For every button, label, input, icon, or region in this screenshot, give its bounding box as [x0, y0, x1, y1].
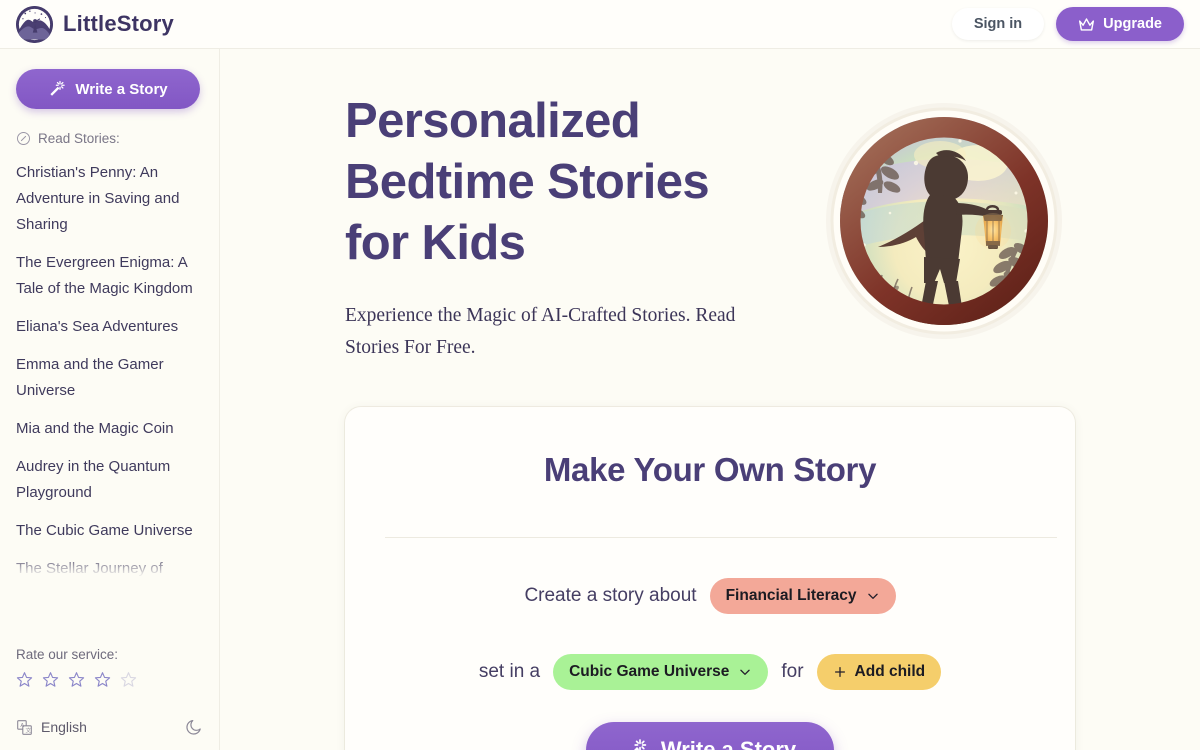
read-stories-header: Read Stories:: [16, 131, 219, 146]
page-title: Personalized Bedtime Stories for Kids: [345, 91, 775, 274]
star-icon-5[interactable]: [120, 671, 137, 688]
story-form-row-setting: set in a Cubic Game Universe for Add chi…: [385, 654, 1035, 690]
child-with-lantern-illustration: [826, 103, 1062, 339]
brand-name: LittleStory: [63, 11, 174, 36]
topic-value: Financial Literacy: [725, 587, 857, 604]
svg-text:A: A: [20, 723, 24, 729]
setting-dropdown[interactable]: Cubic Game Universe: [553, 654, 769, 690]
write-story-submit-button[interactable]: Write a Story: [586, 722, 834, 750]
hero-text-block: Personalized Bedtime Stories for Kids Ex…: [345, 91, 775, 364]
language-selector[interactable]: A 文 English: [16, 719, 87, 736]
hero-illustration: [820, 97, 1068, 345]
hero-title-line-1: Personalized: [345, 94, 641, 148]
sidebar-footer-row: A 文 English: [16, 718, 203, 736]
story-list-item[interactable]: The Stellar Journey of: [16, 556, 203, 582]
app-header: LittleStory Sign in Upgrade: [0, 0, 1200, 49]
sidebar-footer: Rate our service: A 文 English: [0, 647, 219, 750]
sign-in-button[interactable]: Sign in: [951, 8, 1045, 40]
sidebar-write-story-button[interactable]: Write a Story: [16, 69, 200, 109]
sidebar: Write a Story Read Stories: Christian's …: [0, 49, 220, 750]
night-scene-logo-icon: [16, 5, 53, 43]
compass-icon: [17, 132, 30, 145]
translate-icon: A 文: [17, 719, 32, 735]
rate-service-label: Rate our service:: [16, 647, 119, 662]
chevron-down-icon: [740, 669, 751, 675]
main-content: Personalized Bedtime Stories for Kids Ex…: [220, 49, 1200, 750]
story-list-item[interactable]: The Evergreen Enigma: A Tale of the Magi…: [16, 250, 203, 302]
magic-wand-icon: [633, 739, 647, 750]
language-label: English: [41, 719, 87, 735]
topic-dropdown[interactable]: Financial Literacy: [709, 578, 896, 614]
story-list-item[interactable]: The Cubic Game Universe: [16, 518, 203, 544]
write-story-submit-label: Write a Story: [660, 737, 797, 750]
hero-title-line-3: for Kids: [345, 216, 526, 270]
card-divider: [385, 537, 1057, 538]
chevron-down-icon: [867, 593, 878, 599]
story-list-item[interactable]: Eliana's Sea Adventures: [16, 314, 203, 340]
plus-icon: [834, 666, 845, 678]
setting-value: Cubic Game Universe: [569, 663, 730, 680]
brand-logo[interactable]: LittleStory: [16, 5, 174, 43]
read-stories-label-text: Read Stories:: [38, 131, 120, 146]
star-icon-1[interactable]: [16, 671, 33, 688]
crown-icon: [1079, 17, 1095, 31]
add-child-label: Add child: [854, 663, 926, 680]
moon-icon[interactable]: [185, 718, 203, 736]
rating-stars[interactable]: [16, 671, 203, 688]
hero-title-line-2: Bedtime Stories: [345, 155, 710, 209]
add-child-button[interactable]: Add child: [816, 654, 942, 690]
header-actions: Sign in Upgrade: [951, 7, 1184, 41]
story-list-item[interactable]: Mia and the Magic Coin: [16, 416, 203, 442]
story-list-item[interactable]: Emma and the Gamer Universe: [16, 352, 203, 404]
make-your-own-story-card: Make Your Own Story Create a story about…: [345, 407, 1075, 750]
create-story-about-label: Create a story about: [524, 585, 697, 606]
card-title: Make Your Own Story: [543, 451, 877, 488]
story-list-item[interactable]: Christian's Penny: An Adventure in Savin…: [16, 160, 203, 238]
story-form-row-topic: Create a story about Financial Literacy: [385, 578, 1035, 614]
star-icon-2[interactable]: [42, 671, 59, 688]
magic-wand-icon: [50, 80, 66, 96]
sidebar-write-story-label: Write a Story: [75, 80, 168, 98]
upgrade-button[interactable]: Upgrade: [1056, 7, 1184, 41]
hero-section: Personalized Bedtime Stories for Kids Ex…: [220, 49, 1200, 364]
star-icon-4[interactable]: [94, 671, 111, 688]
stories-list: Christian's Penny: An Adventure in Savin…: [0, 160, 219, 588]
hero-subtitle: Experience the Magic of AI-Crafted Stori…: [345, 305, 736, 358]
story-list-item[interactable]: Audrey in the Quantum Playground: [16, 454, 203, 506]
star-icon-3[interactable]: [68, 671, 85, 688]
for-label: for: [781, 661, 804, 682]
set-in-a-label: set in a: [478, 661, 541, 682]
upgrade-label: Upgrade: [1103, 16, 1162, 32]
